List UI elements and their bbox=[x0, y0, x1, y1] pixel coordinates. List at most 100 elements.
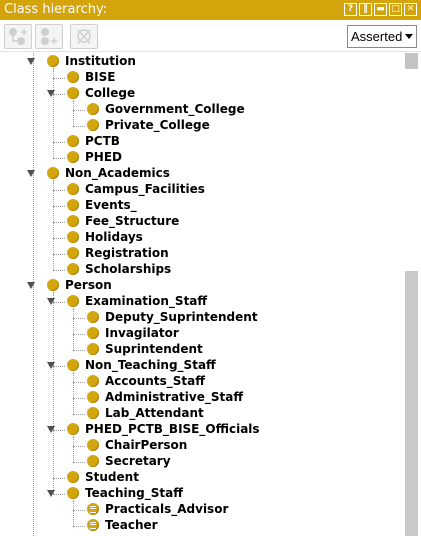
tree-node-label: Person bbox=[65, 278, 112, 292]
tree-node[interactable]: PHED_PCTB_BISE_Officials bbox=[0, 422, 403, 438]
tree-node-label: Lab_Attendant bbox=[105, 406, 204, 420]
chevron-down-icon bbox=[405, 34, 413, 39]
expand-toggle-icon[interactable] bbox=[47, 362, 55, 369]
tree-node[interactable]: Private_College bbox=[0, 118, 403, 134]
class-icon bbox=[67, 471, 79, 483]
tree-node[interactable]: Fee_Structure bbox=[0, 214, 403, 230]
class-icon bbox=[67, 247, 79, 259]
class-icon bbox=[87, 391, 99, 403]
class-icon bbox=[67, 151, 79, 163]
tree-node[interactable]: Person bbox=[0, 278, 403, 294]
class-icon bbox=[87, 439, 99, 451]
vertical-scrollbar[interactable] bbox=[403, 53, 421, 536]
scrollbar-top-marker bbox=[405, 53, 418, 69]
tree-node-label: PHED bbox=[85, 150, 122, 164]
tree-node[interactable]: Campus_Facilities bbox=[0, 182, 403, 198]
tree-node[interactable]: Teacher bbox=[0, 518, 403, 534]
tree-node-label: Institution bbox=[65, 54, 136, 68]
expand-toggle-icon[interactable] bbox=[27, 282, 35, 289]
panel-title: Class hierarchy: bbox=[4, 2, 108, 17]
tree-node-label: Accounts_Staff bbox=[105, 374, 205, 388]
class-icon bbox=[87, 375, 99, 387]
window-controls: ? ‖ ▬ □ ✕ bbox=[344, 3, 417, 16]
tree-node[interactable]: Teaching_Staff bbox=[0, 486, 403, 502]
toolbar: Asserted bbox=[0, 20, 421, 52]
tree-node-label: Administrative_Staff bbox=[105, 390, 244, 404]
tree-node-label: Fee_Structure bbox=[85, 214, 180, 228]
tree-node-label: Deputy_Suprintendent bbox=[105, 310, 258, 324]
tree-node[interactable]: Practicals_Advisor bbox=[0, 502, 403, 518]
class-icon bbox=[67, 359, 79, 371]
tree-node[interactable]: Student bbox=[0, 470, 403, 486]
tree-node-label: Practicals_Advisor bbox=[105, 502, 229, 516]
class-icon bbox=[87, 311, 99, 323]
tree-node-label: PHED_PCTB_BISE_Officials bbox=[85, 422, 260, 436]
tree-node-label: Government_College bbox=[105, 102, 245, 116]
class-icon bbox=[87, 103, 99, 115]
expand-toggle-icon[interactable] bbox=[47, 426, 55, 433]
expand-toggle-icon[interactable] bbox=[47, 490, 55, 497]
class-icon bbox=[67, 295, 79, 307]
expand-toggle-icon[interactable] bbox=[47, 298, 55, 305]
tree-node[interactable]: Secretary bbox=[0, 454, 403, 470]
tree-node[interactable]: Lab_Attendant bbox=[0, 406, 403, 422]
class-icon bbox=[67, 87, 79, 99]
tree-node-label: BISE bbox=[85, 70, 116, 84]
tree-node[interactable]: Holidays bbox=[0, 230, 403, 246]
defined-class-icon bbox=[87, 503, 99, 515]
delete-class-icon bbox=[77, 29, 91, 44]
tree-node-label: Non_Academics bbox=[65, 166, 170, 180]
tree-node[interactable]: Administrative_Staff bbox=[0, 390, 403, 406]
tree-node[interactable]: Invagilator bbox=[0, 326, 403, 342]
add-subclass-button[interactable] bbox=[4, 24, 32, 49]
tree-node[interactable]: ChairPerson bbox=[0, 438, 403, 454]
tree-node[interactable]: Non_Teaching_Staff bbox=[0, 358, 403, 374]
help-icon[interactable]: ? bbox=[344, 3, 357, 16]
tree-node[interactable]: Registration bbox=[0, 246, 403, 262]
tree-node-label: Holidays bbox=[85, 230, 143, 244]
class-icon bbox=[67, 199, 79, 211]
class-icon bbox=[67, 71, 79, 83]
tree-node[interactable]: Deputy_Suprintendent bbox=[0, 310, 403, 326]
tree-node[interactable]: Examination_Staff bbox=[0, 294, 403, 310]
maximize-icon[interactable]: □ bbox=[389, 3, 402, 16]
delete-class-button[interactable] bbox=[70, 24, 98, 49]
close-icon[interactable]: ✕ bbox=[404, 3, 417, 16]
minimize-icon[interactable]: ▬ bbox=[374, 3, 387, 16]
tree-node-label: Registration bbox=[85, 246, 169, 260]
class-icon bbox=[87, 407, 99, 419]
tree-node[interactable]: Institution bbox=[0, 54, 403, 70]
expand-toggle-icon[interactable] bbox=[27, 170, 35, 177]
tree-node-label: Examination_Staff bbox=[85, 294, 208, 308]
tree-node[interactable]: Government_College bbox=[0, 102, 403, 118]
expand-toggle-icon[interactable] bbox=[47, 90, 55, 97]
class-tree[interactable]: Institution BISE College Government_College… bbox=[0, 53, 403, 536]
class-icon bbox=[47, 55, 59, 67]
class-icon bbox=[67, 487, 79, 499]
class-icon bbox=[67, 423, 79, 435]
defined-class-icon bbox=[87, 519, 99, 531]
tree-node-label: Scholarships bbox=[85, 262, 172, 276]
pin-icon[interactable]: ‖ bbox=[359, 3, 372, 16]
tree-node[interactable]: Scholarships bbox=[0, 262, 403, 278]
scrollbar-thumb[interactable] bbox=[405, 271, 418, 536]
class-icon bbox=[87, 455, 99, 467]
tree-node[interactable]: Accounts_Staff bbox=[0, 374, 403, 390]
tree-node[interactable]: PHED bbox=[0, 150, 403, 166]
view-mode-select[interactable]: Asserted bbox=[347, 25, 417, 48]
expand-toggle-icon[interactable] bbox=[27, 58, 35, 65]
tree-node[interactable]: Events_ bbox=[0, 198, 403, 214]
add-sibling-icon bbox=[41, 28, 57, 45]
tree-node[interactable]: Non_Academics bbox=[0, 166, 403, 182]
class-icon bbox=[87, 343, 99, 355]
add-sibling-button[interactable] bbox=[35, 24, 63, 49]
add-subclass-icon bbox=[9, 28, 27, 45]
tree-node-label: Teaching_Staff bbox=[85, 486, 183, 500]
tree-node-label: Invagilator bbox=[105, 326, 179, 340]
tree-node[interactable]: BISE bbox=[0, 70, 403, 86]
tree-node[interactable]: College bbox=[0, 86, 403, 102]
tree-node-label: PCTB bbox=[85, 134, 120, 148]
tree-node[interactable]: PCTB bbox=[0, 134, 403, 150]
tree-node[interactable]: Suprintendent bbox=[0, 342, 403, 358]
tree-node-label: Private_College bbox=[105, 118, 210, 132]
